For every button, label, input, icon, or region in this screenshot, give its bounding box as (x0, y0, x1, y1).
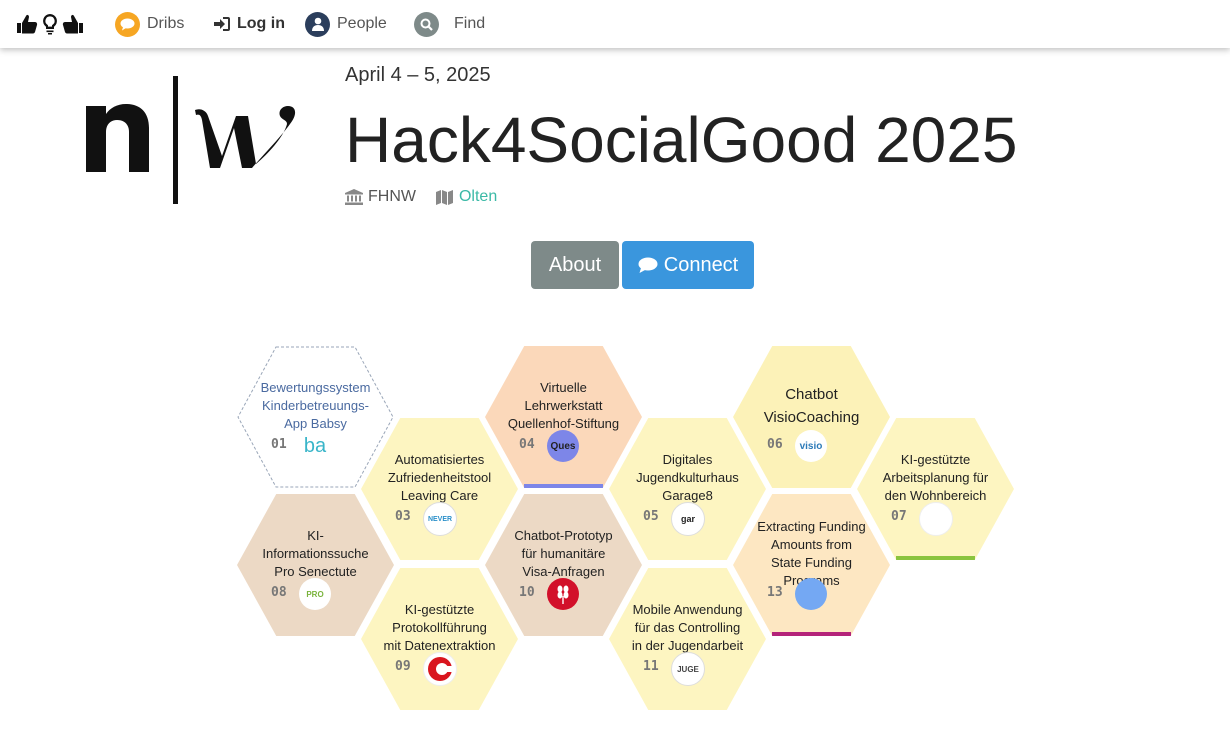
project-hex-08[interactable]: KI-Informationssuche Pro Senectute 08 PR… (237, 494, 394, 636)
project-logo: JUGE (671, 652, 705, 686)
event-meta: FHNW Olten (345, 186, 497, 208)
project-logo (547, 578, 579, 610)
project-number: 01 (271, 437, 287, 452)
project-logo: Ques (547, 430, 579, 462)
project-logo (795, 578, 827, 610)
project-logo-text: ba (303, 434, 327, 457)
nav-login-label: Log in (237, 15, 285, 32)
nav-find-label: Find (454, 15, 486, 32)
project-hex-06[interactable]: Chatbot VisioCoaching 06 visio (733, 346, 890, 488)
project-logo: gar (671, 502, 705, 536)
project-number: 04 (519, 437, 535, 452)
project-logo: ba (299, 430, 331, 462)
nav-dribs[interactable]: Dribs (115, 0, 184, 48)
project-logo-text: visio (799, 440, 823, 452)
project-hex-03[interactable]: Automatisiertes Zufriedenheitstool Leavi… (361, 418, 518, 560)
project-number: 03 (395, 509, 411, 524)
project-logo-text: PRO (306, 589, 324, 599)
event-logo (84, 76, 304, 204)
event-title: Hack4SocialGood 2025 (345, 104, 1018, 176)
project-logo-text: JUGE (677, 664, 699, 674)
project-number: 09 (395, 659, 411, 674)
nav-dribs-label: Dribs (147, 15, 185, 32)
project-hex-07[interactable]: KI-gestützte Arbeitsplanung für den Wohn… (857, 418, 1014, 560)
project-logo-text: gar (680, 514, 695, 524)
institution-icon (345, 189, 363, 205)
brand-logo[interactable] (16, 13, 84, 35)
project-number: 10 (519, 585, 535, 600)
wheat-icon (557, 585, 569, 604)
nav-people-label: People (337, 15, 387, 32)
project-number: 13 (767, 585, 783, 600)
project-logo: NEVER (423, 502, 457, 536)
project-hex-10[interactable]: Chatbot-Prototyp für humanitäre Visa-Anf… (485, 494, 642, 636)
project-hex-13[interactable]: Extracting Funding Amounts from State Fu… (733, 494, 890, 636)
project-logo: visio (795, 430, 827, 462)
project-hex-11[interactable]: Mobile Anwendung für das Controlling in … (609, 568, 766, 710)
nav-find[interactable]: Find (414, 0, 485, 48)
event-date: April 4 – 5, 2025 (345, 64, 491, 86)
project-number: 11 (643, 659, 659, 674)
project-hex-04[interactable]: Virtuelle Lehrwerkstatt Quellenhof-Stift… (485, 346, 642, 488)
thumbs-up-icon (62, 14, 83, 34)
connect-button[interactable]: Connect (622, 241, 754, 289)
chat-bubble-icon (115, 11, 140, 37)
project-hex-05[interactable]: Digitales Jugendkulturhaus Garage8 05 ga… (609, 418, 766, 560)
nav-login[interactable]: Log in (214, 0, 285, 48)
location-link[interactable]: Olten (435, 188, 498, 206)
project-number: 05 (643, 509, 659, 524)
project-number: 08 (271, 585, 287, 600)
c-logo-icon (428, 657, 453, 681)
project-logo (919, 502, 953, 536)
progress-bar (524, 484, 603, 488)
user-icon (305, 11, 330, 37)
project-logo: PRO (299, 578, 331, 610)
nav-people[interactable]: People (305, 0, 387, 48)
project-number: 06 (767, 437, 783, 452)
comment-icon (638, 257, 658, 273)
about-button-label: About (548, 253, 602, 276)
progress-bar (772, 632, 851, 636)
project-logo-text: Ques (550, 440, 576, 452)
thumbs-up-icon (17, 14, 38, 34)
map-icon (435, 189, 453, 205)
organization-name: FHNW (368, 188, 416, 205)
lightbulb-icon (43, 14, 57, 35)
organization: FHNW (345, 188, 416, 206)
project-logo-text: NEVER (427, 515, 453, 523)
location-name: Olten (458, 188, 498, 205)
search-icon (414, 11, 439, 37)
top-navigation: Dribs Log in People Find (0, 0, 1230, 48)
project-logo (423, 652, 457, 686)
project-hex-01[interactable]: Bewertungssystem Kinderbetreuungs-App Ba… (237, 346, 394, 488)
about-button[interactable]: About (531, 241, 619, 289)
project-hex-09[interactable]: KI-gestützte Protokollführung mit Datene… (361, 568, 518, 710)
sign-in-icon (214, 17, 230, 31)
connect-button-label: Connect (663, 253, 739, 276)
progress-bar (896, 556, 975, 560)
project-number: 07 (891, 509, 907, 524)
